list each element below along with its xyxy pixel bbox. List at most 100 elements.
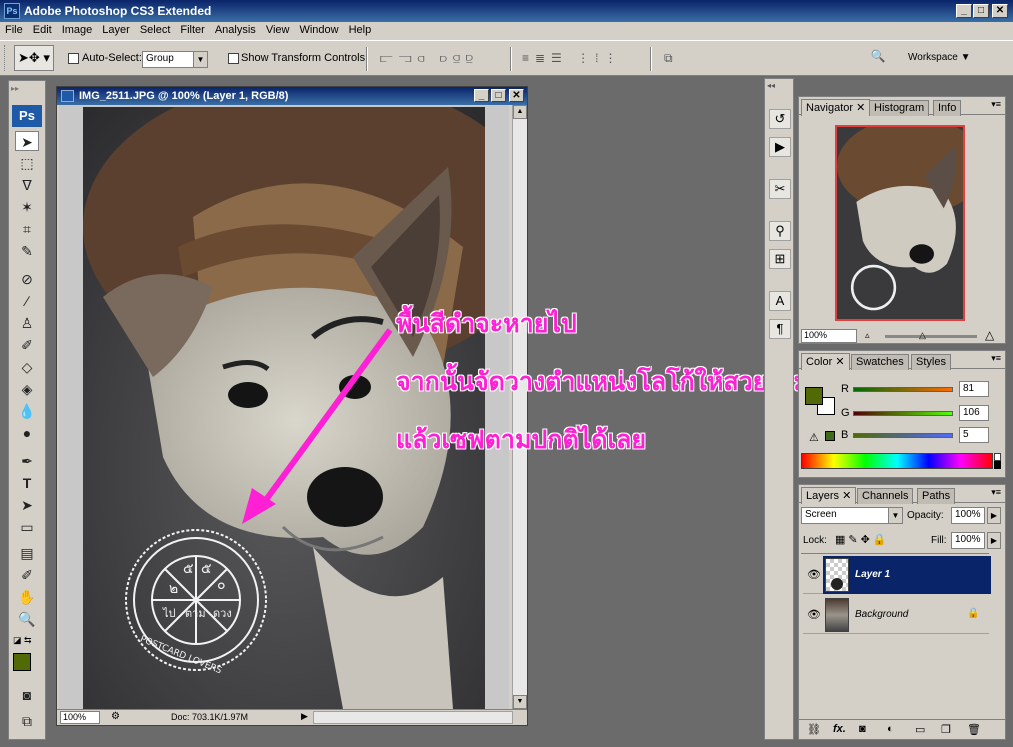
blur-tool-icon[interactable]: 💧 bbox=[15, 401, 39, 421]
panel-menu-icon[interactable]: ▾≡ bbox=[991, 99, 1001, 110]
slice-tool-icon[interactable]: ✎ bbox=[15, 241, 39, 261]
align-buttons-group[interactable]: ⫍⫎⫏ ⫐⫑⫒ bbox=[380, 51, 479, 66]
layer-style-icon[interactable]: fx. bbox=[833, 723, 846, 735]
new-layer-icon[interactable]: ❐ bbox=[941, 723, 951, 736]
layer-row[interactable]: 👁 Layer 1 bbox=[803, 556, 991, 594]
menu-image[interactable]: Image bbox=[57, 22, 98, 36]
zoom-in-icon[interactable]: △ bbox=[985, 328, 994, 342]
healing-brush-tool-icon[interactable]: ⊘ bbox=[15, 269, 39, 289]
magic-wand-tool-icon[interactable]: ✶ bbox=[15, 197, 39, 217]
r-slider[interactable] bbox=[853, 387, 953, 392]
tool-presets-icon[interactable]: ✂ bbox=[769, 179, 791, 199]
menu-analysis[interactable]: Analysis bbox=[210, 22, 261, 36]
photoshop-logo-icon[interactable]: Ps bbox=[12, 105, 42, 127]
path-selection-tool-icon[interactable]: ➤ bbox=[15, 495, 39, 515]
auto-select-dropdown[interactable]: Group ▼ bbox=[142, 51, 208, 68]
tab-color[interactable]: Color ✕ bbox=[801, 353, 850, 370]
slider-thumb-icon[interactable]: △ bbox=[919, 330, 926, 341]
menu-filter[interactable]: Filter bbox=[175, 22, 209, 36]
eraser-tool-icon[interactable]: ◇ bbox=[15, 357, 39, 377]
hand-tool-icon[interactable]: ✋ bbox=[15, 587, 39, 607]
auto-select-checkbox[interactable] bbox=[68, 53, 79, 64]
crop-tool-icon[interactable]: ⌗ bbox=[15, 219, 39, 239]
navigator-preview[interactable] bbox=[835, 125, 965, 321]
opacity-arrow-icon[interactable]: ▶ bbox=[987, 507, 1001, 524]
panel-menu-icon[interactable]: ▾≡ bbox=[991, 487, 1001, 498]
close-button[interactable]: ✕ bbox=[992, 4, 1008, 18]
history-brush-tool-icon[interactable]: ✐ bbox=[15, 335, 39, 355]
show-transform-checkbox[interactable] bbox=[228, 53, 239, 64]
spectrum-black[interactable] bbox=[994, 461, 1001, 469]
zoom-out-icon[interactable]: ▵ bbox=[865, 330, 870, 341]
scroll-up-icon[interactable]: ▲ bbox=[513, 105, 527, 119]
eye-icon[interactable]: 👁 bbox=[807, 608, 821, 621]
clone-stamp-tool-icon[interactable]: ♙ bbox=[15, 313, 39, 333]
link-layers-icon[interactable]: ⛓ bbox=[807, 723, 821, 736]
menu-select[interactable]: Select bbox=[135, 22, 176, 36]
g-slider[interactable] bbox=[853, 411, 953, 416]
delete-layer-icon[interactable]: 🗑 bbox=[967, 723, 981, 736]
lock-options-icons[interactable]: ▦✎✥🔒 bbox=[835, 533, 890, 546]
marquee-tool-icon[interactable]: ⬚ bbox=[15, 153, 39, 173]
doc-maximize-button[interactable]: □ bbox=[491, 89, 506, 102]
type-tool-icon[interactable]: T bbox=[15, 473, 39, 493]
lasso-tool-icon[interactable]: ᐁ bbox=[15, 175, 39, 195]
layer-name[interactable]: Layer 1 bbox=[855, 569, 890, 580]
menu-window[interactable]: Window bbox=[294, 22, 343, 36]
distribute-buttons-group[interactable]: ≡≣☰ ⋮⁞⋮ bbox=[522, 51, 622, 65]
auto-align-layers-icon[interactable]: ⧉ bbox=[664, 51, 673, 66]
move-tool-icon[interactable]: ➤ bbox=[15, 131, 39, 151]
eyedropper-tool-icon[interactable]: ✐ bbox=[15, 565, 39, 585]
adjustment-layer-icon[interactable]: ◐ bbox=[887, 723, 894, 735]
minimize-button[interactable]: _ bbox=[956, 4, 972, 18]
gamut-color-chip[interactable] bbox=[825, 431, 835, 441]
document-title-bar[interactable]: IMG_2511.JPG @ 100% (Layer 1, RGB/8) _ □… bbox=[57, 87, 527, 105]
b-value[interactable]: 5 bbox=[959, 427, 989, 443]
actions-panel-icon[interactable]: ▶ bbox=[769, 137, 791, 157]
menu-edit[interactable]: Edit bbox=[28, 22, 57, 36]
warning-icon[interactable]: ⚠ bbox=[809, 431, 819, 444]
shape-tool-icon[interactable]: ▭ bbox=[15, 517, 39, 537]
tab-styles[interactable]: Styles bbox=[911, 354, 951, 370]
vertical-scrollbar[interactable]: ▲ ▼ bbox=[512, 105, 527, 711]
color-spectrum-bar[interactable] bbox=[801, 453, 993, 469]
foreground-color-swatch[interactable] bbox=[13, 653, 31, 671]
opacity-field[interactable]: 100% bbox=[951, 507, 985, 524]
screen-mode-icon[interactable]: ⧉ bbox=[15, 711, 39, 731]
bridge-icon[interactable]: 🔍 bbox=[866, 49, 890, 69]
spectrum-white[interactable] bbox=[994, 453, 1001, 461]
add-mask-icon[interactable]: ◙ bbox=[859, 723, 866, 735]
tab-layers[interactable]: Layers ✕ bbox=[801, 487, 857, 504]
maximize-button[interactable]: □ bbox=[973, 4, 989, 18]
clone-source-icon[interactable]: ⊞ bbox=[769, 249, 791, 269]
character-panel-icon[interactable]: A bbox=[769, 291, 791, 311]
zoom-tool-icon[interactable]: 🔍 bbox=[15, 609, 39, 629]
navigator-zoom-field[interactable]: 100% bbox=[801, 329, 857, 343]
fill-arrow-icon[interactable]: ▶ bbox=[987, 532, 1001, 549]
menu-help[interactable]: Help bbox=[344, 22, 377, 36]
horizontal-scrollbar[interactable] bbox=[313, 711, 513, 724]
pen-tool-icon[interactable]: ✒ bbox=[15, 451, 39, 471]
tab-swatches[interactable]: Swatches bbox=[851, 354, 909, 370]
dodge-tool-icon[interactable]: ● bbox=[15, 423, 39, 443]
new-group-icon[interactable]: ▭ bbox=[915, 723, 925, 736]
quick-mask-icon[interactable]: ◙ bbox=[15, 685, 39, 705]
menu-layer[interactable]: Layer bbox=[97, 22, 135, 36]
status-menu-arrow-icon[interactable]: ▶ bbox=[301, 711, 308, 722]
brush-tool-icon[interactable]: ∕ bbox=[15, 291, 39, 311]
eye-icon[interactable]: 👁 bbox=[807, 568, 821, 581]
default-colors-icon[interactable]: ◪ ⇆ bbox=[13, 635, 32, 646]
tab-paths[interactable]: Paths bbox=[917, 488, 956, 504]
r-value[interactable]: 81 bbox=[959, 381, 989, 397]
status-info-icon[interactable]: ⚙ bbox=[111, 711, 120, 722]
menu-view[interactable]: View bbox=[261, 22, 295, 36]
paragraph-panel-icon[interactable]: ¶ bbox=[769, 319, 791, 339]
tab-histogram[interactable]: Histogram bbox=[869, 100, 930, 116]
history-panel-icon[interactable]: ↺ bbox=[769, 109, 791, 129]
zoom-field[interactable]: 100% bbox=[60, 711, 100, 724]
workspace-menu[interactable]: Workspace ▼ bbox=[908, 52, 971, 63]
foreground-color-chip[interactable] bbox=[805, 387, 823, 405]
fill-field[interactable]: 100% bbox=[951, 532, 985, 549]
doc-close-button[interactable]: ✕ bbox=[509, 89, 524, 102]
tab-navigator[interactable]: Navigator ✕ bbox=[801, 99, 871, 116]
